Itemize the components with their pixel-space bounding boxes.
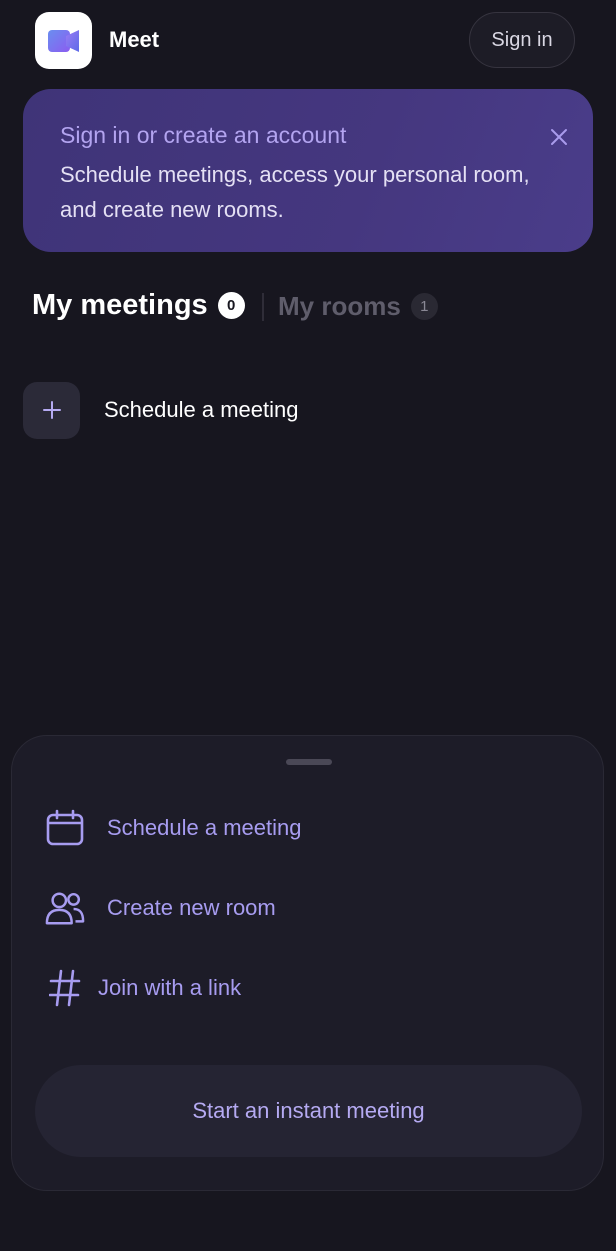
tab-divider (262, 293, 264, 321)
tab-my-rooms-label: My rooms (278, 291, 401, 321)
calendar-icon (45, 808, 85, 848)
meetings-count-badge: 0 (217, 292, 245, 319)
top-bar: Meet Sign in (0, 0, 616, 80)
video-camera-logo-icon (47, 29, 79, 52)
schedule-meeting-row[interactable]: Schedule a meeting (23, 381, 583, 439)
sheet-item-create-room-label: Create new room (107, 895, 276, 920)
banner-body: Schedule meetings, access your personal … (60, 162, 530, 222)
tab-my-meetings[interactable]: My meetings 0 (32, 289, 245, 322)
schedule-meeting-label: Schedule a meeting (104, 397, 299, 422)
schedule-meeting-plus-button[interactable] (23, 381, 80, 439)
close-icon (551, 129, 567, 145)
banner-title[interactable]: Sign in or create an account (60, 122, 346, 149)
sign-in-button[interactable]: Sign in (469, 12, 575, 68)
start-instant-meeting-button[interactable]: Start an instant meeting (35, 1065, 582, 1157)
sheet-drag-handle[interactable] (286, 759, 332, 765)
sheet-item-schedule-meeting[interactable]: Schedule a meeting (45, 806, 301, 850)
tab-my-meetings-label: My meetings (32, 289, 208, 321)
sheet-item-create-room[interactable]: Create new room (45, 886, 276, 930)
banner-close-button[interactable] (547, 125, 571, 149)
tab-my-rooms[interactable]: My rooms 1 (278, 291, 438, 322)
sign-in-banner: Sign in or create an account Schedule me… (23, 89, 593, 252)
sheet-item-schedule-meeting-label: Schedule a meeting (107, 815, 302, 840)
meetings-tabs: My meetings 0 My rooms 1 (32, 285, 592, 329)
app-name: Meet (109, 27, 160, 52)
app-logo (35, 12, 92, 69)
rooms-count-badge: 1 (410, 293, 438, 320)
plus-icon (42, 401, 61, 419)
sheet-item-join-with-link[interactable]: Join with a link (45, 966, 241, 1010)
sheet-item-join-with-link-label: Join with a link (98, 975, 242, 1000)
hashtag-icon (45, 968, 85, 1008)
actions-bottom-sheet: Schedule a meeting Create new room Join … (11, 735, 604, 1191)
people-icon (45, 888, 85, 928)
